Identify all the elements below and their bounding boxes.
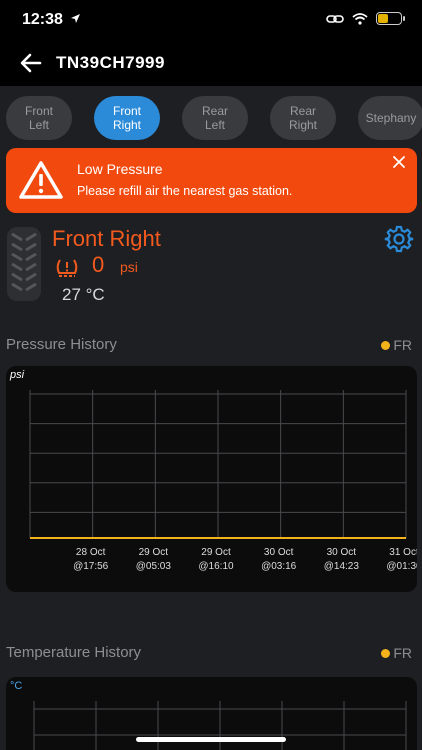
tab-rear-right[interactable]: Rear Right <box>270 96 336 140</box>
link-icon <box>326 14 344 23</box>
close-icon[interactable] <box>391 154 407 170</box>
x-tick-label: @03:16 <box>261 561 297 572</box>
tire-name: Front Right <box>52 226 161 251</box>
x-tick-label: 31 Oct <box>389 547 417 558</box>
tire-pressure-warning-icon <box>56 259 78 277</box>
legend-dot <box>381 340 391 350</box>
temperature-value: 27 °C <box>62 285 105 304</box>
header: TN39CH7999 <box>0 40 422 86</box>
x-tick-label: 28 Oct <box>76 547 106 558</box>
tire-icon <box>7 227 41 301</box>
pressure-legend: FR <box>381 337 412 353</box>
x-tick-label: @16:10 <box>198 561 234 572</box>
warning-icon <box>19 161 63 199</box>
temperature-history-title: Temperature History <box>6 644 142 661</box>
main-content: Front Left Front Right Rear Left Rear Ri… <box>0 86 422 750</box>
alert-message: Please refill air the nearest gas statio… <box>77 184 293 198</box>
status-bar: 12:38 <box>0 0 422 40</box>
pressure-chart-svg: 28 Oct @17:56 29 Oct @05:03 29 Oct @16:10 30 O… <box>29 390 417 572</box>
x-tick-label: 30 Oct <box>264 547 294 558</box>
tab-front-right[interactable]: Front Right <box>94 96 160 140</box>
page-title: TN39CH7999 <box>56 53 165 72</box>
pressure-history-title: Pressure History <box>6 336 117 353</box>
legend-label: FR <box>393 337 412 353</box>
pressure-value: 0 <box>92 252 105 277</box>
alert-title: Low Pressure <box>77 161 163 177</box>
home-indicator[interactable] <box>136 737 286 742</box>
x-tick-label: 30 Oct <box>327 547 357 558</box>
status-icons <box>326 12 405 25</box>
tire-tabs: Front Left Front Right Rear Left Rear Ri… <box>6 96 422 140</box>
tab-rear-left[interactable]: Rear Left <box>182 96 248 140</box>
tire-status: Front Right 0 psi 27 °C <box>6 224 416 304</box>
x-tick-label: @17:56 <box>73 561 109 572</box>
x-tick-label: @01:30 <box>386 561 417 572</box>
low-pressure-alert: Low Pressure Please refill air the neare… <box>6 148 417 213</box>
tab-stephany[interactable]: Stephany <box>358 96 422 140</box>
back-arrow-icon[interactable] <box>18 50 44 76</box>
pressure-unit: psi <box>120 259 138 275</box>
status-time: 12:38 <box>22 11 63 28</box>
chart-unit-label: °C <box>10 680 23 692</box>
tab-front-left[interactable]: Front Left <box>6 96 72 140</box>
pressure-chart: psi 28 Oct @17:56 29 Oct @05:03 29 Oct @16:10… <box>6 366 417 592</box>
x-tick-label: 29 Oct <box>139 547 169 558</box>
legend-dot <box>381 648 391 658</box>
gear-icon[interactable] <box>384 224 414 254</box>
x-tick-label: @05:03 <box>136 561 172 572</box>
chart-unit-label: psi <box>10 369 25 381</box>
location-arrow-icon <box>71 14 80 23</box>
battery-icon <box>376 12 405 25</box>
x-tick-label: @14:23 <box>324 561 360 572</box>
legend-label: FR <box>393 645 412 661</box>
x-tick-label: 29 Oct <box>201 547 231 558</box>
temperature-legend: FR <box>381 645 412 661</box>
wifi-icon <box>352 12 368 25</box>
